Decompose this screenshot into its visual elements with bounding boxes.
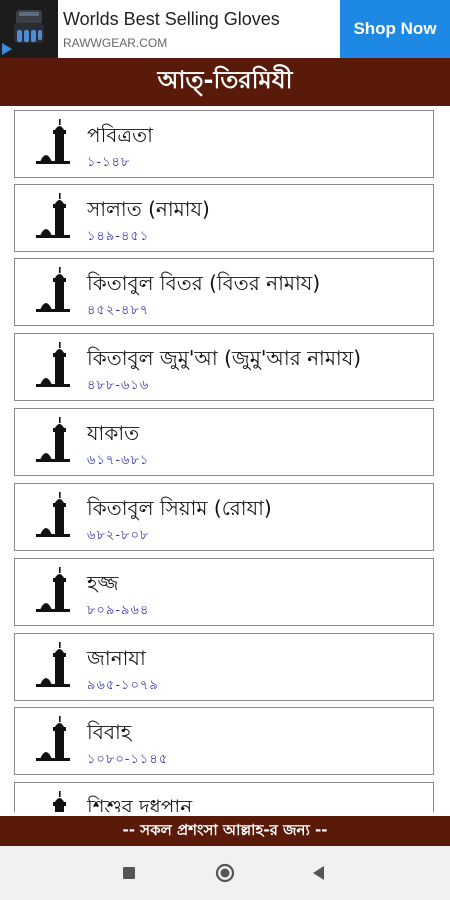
mosque-crescent-icon [22,641,76,695]
mosque-crescent-icon [22,192,76,246]
chapter-title: কিতাবুল জুমু'আ (জুমু'আর নামায) [87,346,362,370]
footer-text: -- সকল প্রশংসা আল্লাহ-র জন্য -- [122,820,328,839]
chapter-title: কিতাবুল বিতর (বিতর নামায) [87,271,321,295]
list-item[interactable]: কিতাবুল সিয়াম (রোযা) ৬৮২-৮০৮ [14,483,434,551]
list-item[interactable]: কিতাবুল বিতর (বিতর নামায) ৪৫২-৪৮৭ [14,258,434,326]
list-item[interactable]: কিতাবুল জুমু'আ (জুমু'আর নামায) ৪৮৮-৬১৬ [14,333,434,401]
mosque-crescent-icon [22,491,76,545]
glove-icon [14,10,44,43]
hadith-range: ১০৮০-১১৪৫ [87,752,169,767]
ad-choices-icon[interactable] [0,42,14,56]
chapter-list[interactable]: পবিত্রতা ১-১৪৮ সালাত (নামায) ১৪৯-৪৫১ কিত… [0,106,450,812]
mosque-crescent-icon [22,118,76,172]
hadith-range: ৬১৭-৬৮১ [87,453,150,468]
list-item[interactable]: বিবাহ ১০৮০-১১৪৫ [14,707,434,775]
shop-now-button[interactable]: Shop Now [340,0,450,58]
list-item[interactable]: সালাত (নামায) ১৪৯-৪৫১ [14,184,434,252]
mosque-crescent-icon [22,790,76,812]
mosque-crescent-icon [22,266,76,320]
page-title: আত্-তিরমিযী [157,66,293,94]
hadith-range: ১৪৯-৪৫১ [87,229,150,244]
back-triangle-icon[interactable] [309,863,329,883]
chapter-title: জানাযা [87,646,146,670]
home-circle-icon[interactable] [215,863,235,883]
mosque-crescent-icon [22,566,76,620]
mosque-crescent-icon [22,416,76,470]
footer-bar: -- সকল প্রশংসা আল্লাহ-র জন্য -- [0,816,450,846]
hadith-range: ৪৫২-৪৮৭ [87,303,150,318]
hadith-range: ১-১৪৮ [87,155,131,170]
chapter-title: কিতাবুল সিয়াম (রোযা) [87,496,272,520]
hadith-range: ৯৬৫-১০৭৯ [87,678,159,693]
ad-title[interactable]: Worlds Best Selling Gloves [63,9,280,30]
system-nav-bar [0,846,450,900]
ad-banner[interactable]: Worlds Best Selling Gloves RAWWGEAR.COM … [0,0,450,58]
app-title-bar: আত্-তিরমিযী [0,58,450,106]
chapter-title: বিবাহ [87,720,132,744]
list-item[interactable]: হজ্জ ৮০৯-৯৬৪ [14,558,434,626]
chapter-title: সালাত (নামায) [87,197,210,221]
ad-domain: RAWWGEAR.COM [63,36,168,50]
chapter-title: শিশুর দুধপান [87,795,193,812]
list-item[interactable]: যাকাত ৬১৭-৬৮১ [14,408,434,476]
chapter-title: পবিত্রতা [87,123,153,147]
mosque-crescent-icon [22,341,76,395]
list-item[interactable]: শিশুর দুধপান [14,782,434,812]
recents-square-icon[interactable] [119,863,139,883]
hadith-range: ৬৮২-৮০৮ [87,528,150,543]
list-item[interactable]: পবিত্রতা ১-১৪৮ [14,110,434,178]
mosque-crescent-icon [22,715,76,769]
hadith-range: ৪৮৮-৬১৬ [87,378,150,393]
list-item[interactable]: জানাযা ৯৬৫-১০৭৯ [14,633,434,701]
hadith-range: ৮০৯-৯৬৪ [87,603,150,618]
chapter-title: হজ্জ [87,571,119,595]
chapter-title: যাকাত [87,421,140,445]
